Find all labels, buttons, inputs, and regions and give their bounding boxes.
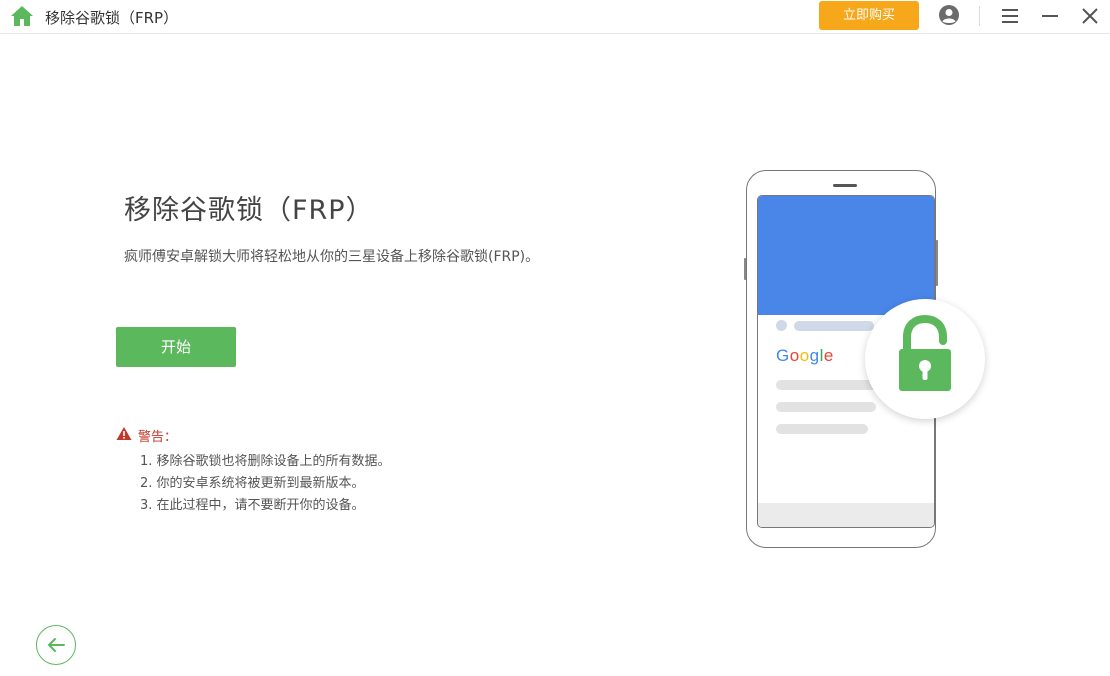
- back-button[interactable]: [36, 625, 76, 665]
- page-title: 移除谷歌锁（FRP）: [124, 195, 374, 226]
- minimize-icon[interactable]: [1040, 6, 1060, 26]
- start-button[interactable]: 开始: [116, 327, 236, 367]
- screen-header: [758, 196, 934, 315]
- warning-label: 警告：: [138, 429, 178, 445]
- buy-now-button[interactable]: 立即购买: [819, 1, 919, 30]
- menu-icon[interactable]: [1000, 6, 1020, 26]
- page-description: 疯师傅安卓解锁大师将轻松地从你的三星设备上移除谷歌锁(FRP)。: [124, 249, 540, 265]
- unlock-badge: [865, 299, 985, 419]
- google-logo: Google: [776, 346, 834, 365]
- screen-footer: [758, 503, 934, 527]
- title-bar: 移除谷歌锁（FRP） 立即购买: [0, 0, 1110, 34]
- warning-icon: [116, 426, 132, 445]
- close-icon[interactable]: [1080, 6, 1100, 26]
- warning-item: 2. 你的安卓系统将被更新到最新版本。: [140, 476, 365, 491]
- screen-placeholder-bar: [794, 321, 874, 331]
- warning-item: 3. 在此过程中，请不要断开你的设备。: [140, 498, 365, 513]
- screen-placeholder-line: [776, 402, 876, 412]
- window-title: 移除谷歌锁（FRP）: [45, 9, 179, 27]
- home-icon[interactable]: [9, 4, 35, 28]
- warning-list: 1. 移除谷歌锁也将删除设备上的所有数据。 2. 你的安卓系统将被更新到最新版本…: [140, 453, 391, 519]
- unlock-icon: [895, 314, 955, 399]
- phone-speaker: [833, 184, 857, 187]
- title-bar-divider: [979, 6, 980, 26]
- user-icon[interactable]: [938, 4, 960, 26]
- warning-header: 警告：: [116, 426, 178, 445]
- screen-placeholder-dot: [776, 320, 787, 331]
- warning-item: 1. 移除谷歌锁也将删除设备上的所有数据。: [140, 454, 391, 469]
- screen-placeholder-line: [776, 424, 868, 434]
- app-window: 移除谷歌锁（FRP） 立即购买 移除谷歌锁（FRP） 疯师傅安卓解锁大师将轻松地…: [0, 0, 1110, 676]
